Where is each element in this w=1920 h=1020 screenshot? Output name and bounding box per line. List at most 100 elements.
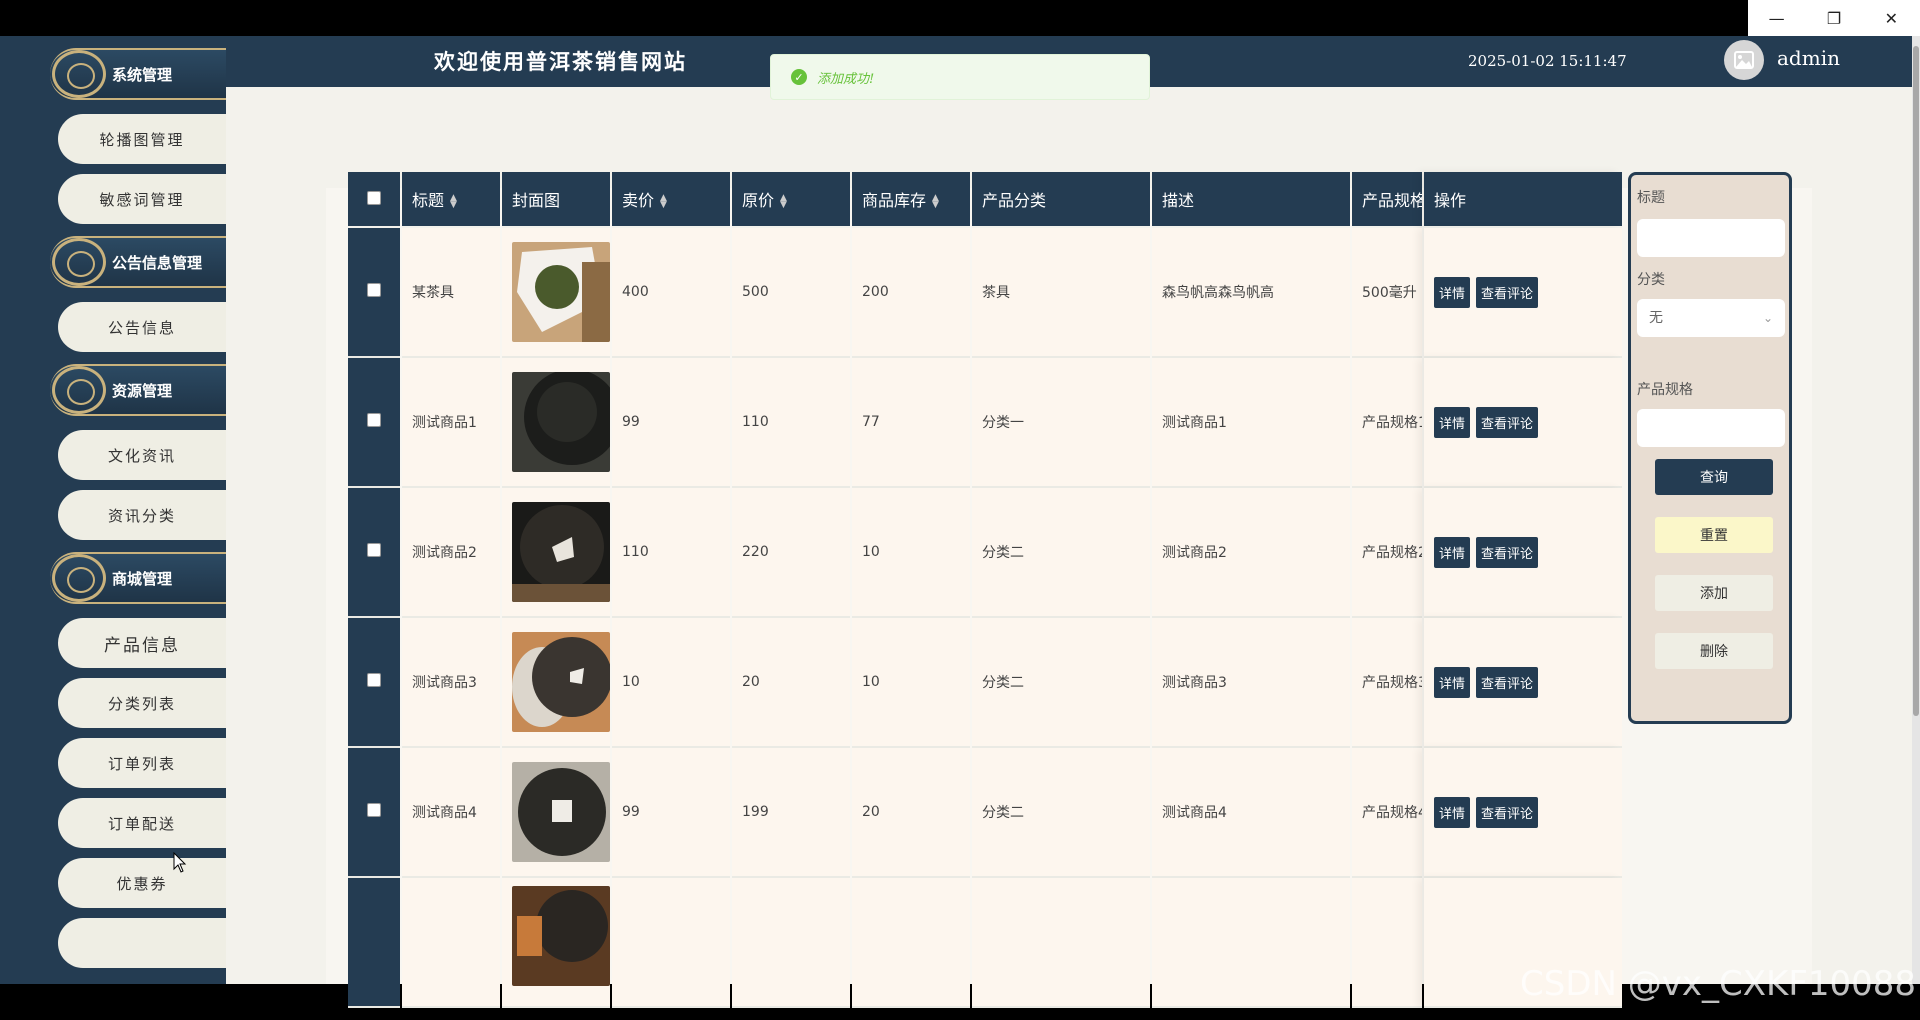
detail-button[interactable]: 详情	[1434, 406, 1471, 438]
spec-search-input[interactable]	[1637, 409, 1785, 447]
sidebar-item-news-category[interactable]: 资讯分类	[58, 490, 226, 540]
detail-button[interactable]: 详情	[1434, 276, 1471, 308]
table-row: 测试商品2 110 220 10 分类二 测试商品2 产品规格2 详情 查看评论	[348, 488, 1622, 618]
cell-desc	[1152, 878, 1350, 1008]
query-button[interactable]: 查询	[1655, 459, 1773, 495]
knot-ornament-icon	[52, 238, 106, 286]
sort-icon[interactable]: ▲ ▼	[450, 193, 457, 209]
sort-icon[interactable]: ▲ ▼	[932, 193, 939, 209]
view-comments-button[interactable]: 查看评论	[1476, 666, 1539, 698]
row-checkbox[interactable]	[367, 803, 381, 817]
cell-stock	[852, 878, 970, 1008]
view-comments-button[interactable]: 查看评论	[1476, 796, 1539, 828]
sidebar-item-partial[interactable]	[58, 918, 226, 968]
detail-button[interactable]: 详情	[1434, 796, 1471, 828]
title-search-input[interactable]	[1637, 219, 1785, 257]
cell-ops: 详情 查看评论	[1424, 748, 1622, 878]
row-checkbox[interactable]	[367, 543, 381, 557]
check-circle-icon: ✓	[791, 69, 807, 85]
table-row: 测试商品4 99 199 20 分类二 测试商品4 产品规格4 详情 查看评论	[348, 748, 1622, 878]
col-title[interactable]: 标题 ▲ ▼	[402, 172, 500, 228]
cell-spec: 产品规格4	[1352, 748, 1422, 878]
nav-group-mall[interactable]: 商城管理	[50, 548, 226, 608]
col-ops: 操作	[1424, 172, 1622, 228]
cell-price: 110	[612, 488, 730, 618]
product-table: 标题 ▲ ▼ 封面图 卖价 ▲ ▼ 原价 ▲ ▼ 商品库存 ▲ ▼ 产品分类 描述 产品规格 操…	[346, 172, 1624, 1008]
sidebar-item-sensitive-words[interactable]: 敏感词管理	[58, 174, 226, 224]
cell-title: 测试商品2	[402, 488, 500, 618]
page-scrollbar[interactable]	[1912, 36, 1920, 984]
row-checkbox[interactable]	[367, 413, 381, 427]
select-all-checkbox[interactable]	[367, 190, 381, 205]
avatar[interactable]	[1724, 40, 1764, 80]
col-title-label: 标题	[412, 191, 445, 210]
row-select-cell	[348, 618, 400, 748]
row-select-cell	[348, 748, 400, 878]
sidebar-item-notice[interactable]: 公告信息	[58, 302, 226, 352]
col-price[interactable]: 卖价 ▲ ▼	[612, 172, 730, 228]
cell-title	[402, 878, 500, 1008]
table-row	[348, 878, 1622, 1008]
sidebar-item-culture-news[interactable]: 文化资讯	[58, 430, 226, 480]
table-row: 测试商品3 10 20 10 分类二 测试商品3 产品规格3 详情 查看评论	[348, 618, 1622, 748]
cell-price: 99	[612, 358, 730, 488]
detail-button[interactable]: 详情	[1434, 666, 1471, 698]
category-selected-value: 无	[1649, 310, 1663, 326]
nav-group-system[interactable]: 系统管理	[50, 44, 226, 104]
col-original[interactable]: 原价 ▲ ▼	[732, 172, 850, 228]
row-checkbox[interactable]	[367, 283, 381, 297]
cell-cover	[502, 358, 610, 488]
sidebar-item-coupons[interactable]: 优惠券	[58, 858, 226, 908]
sidebar-item-banner[interactable]: 轮播图管理	[58, 114, 226, 164]
view-comments-button[interactable]: 查看评论	[1476, 276, 1539, 308]
cell-price: 400	[612, 228, 730, 358]
sort-icon[interactable]: ▲ ▼	[660, 193, 667, 209]
category-select[interactable]: 无 ⌄	[1637, 299, 1785, 337]
view-comments-button[interactable]: 查看评论	[1476, 406, 1539, 438]
sidebar-item-products[interactable]: 产品信息	[58, 618, 226, 668]
cover-image	[512, 502, 610, 602]
close-icon[interactable]: ✕	[1863, 0, 1920, 36]
row-checkbox[interactable]	[367, 673, 381, 687]
view-comments-button[interactable]: 查看评论	[1476, 536, 1539, 568]
cell-desc: 测试商品3	[1152, 618, 1350, 748]
nav-group-notice[interactable]: 公告信息管理	[50, 232, 226, 292]
sidebar-item-categories[interactable]: 分类列表	[58, 678, 226, 728]
datetime-display: 2025-01-02 15:11:47	[1468, 52, 1627, 70]
cell-spec: 产品规格1	[1352, 358, 1422, 488]
cover-image	[512, 632, 610, 732]
row-select-cell	[348, 878, 400, 1008]
spec-filter-label: 产品规格	[1637, 382, 1693, 398]
add-button[interactable]: 添加	[1655, 575, 1773, 611]
scrollbar-thumb[interactable]	[1913, 46, 1919, 716]
cell-category: 茶具	[972, 228, 1150, 358]
col-stock[interactable]: 商品库存 ▲ ▼	[852, 172, 970, 228]
cell-desc: 测试商品1	[1152, 358, 1350, 488]
cell-category	[972, 878, 1150, 1008]
cell-spec: 500毫升	[1352, 228, 1422, 358]
cover-image	[512, 372, 610, 472]
cell-spec	[1352, 878, 1422, 1008]
cell-desc: 测试商品2	[1152, 488, 1350, 618]
sidebar-item-orders[interactable]: 订单列表	[58, 738, 226, 788]
restore-icon[interactable]: ❐	[1805, 0, 1862, 36]
detail-button[interactable]: 详情	[1434, 536, 1471, 568]
nav-group-resources[interactable]: 资源管理	[50, 360, 226, 420]
col-stock-label: 商品库存	[862, 191, 927, 210]
nav-group-label: 公告信息管理	[112, 254, 203, 272]
reset-button[interactable]: 重置	[1655, 517, 1773, 553]
cell-original: 220	[732, 488, 850, 618]
site-title: 欢迎使用普洱茶销售网站	[434, 49, 687, 74]
cell-category: 分类一	[972, 358, 1150, 488]
cell-desc: 森鸟帆高森鸟帆高	[1152, 228, 1350, 358]
cell-title: 测试商品1	[402, 358, 500, 488]
username-label[interactable]: admin	[1777, 46, 1840, 70]
knot-ornament-icon	[52, 50, 106, 98]
cell-ops: 详情 查看评论	[1424, 228, 1622, 358]
select-all-cell	[348, 172, 400, 228]
cell-category: 分类二	[972, 618, 1150, 748]
minimize-icon[interactable]: —	[1748, 0, 1805, 36]
sidebar-item-delivery[interactable]: 订单配送	[58, 798, 226, 848]
delete-button[interactable]: 删除	[1655, 633, 1773, 669]
sort-icon[interactable]: ▲ ▼	[780, 193, 787, 209]
